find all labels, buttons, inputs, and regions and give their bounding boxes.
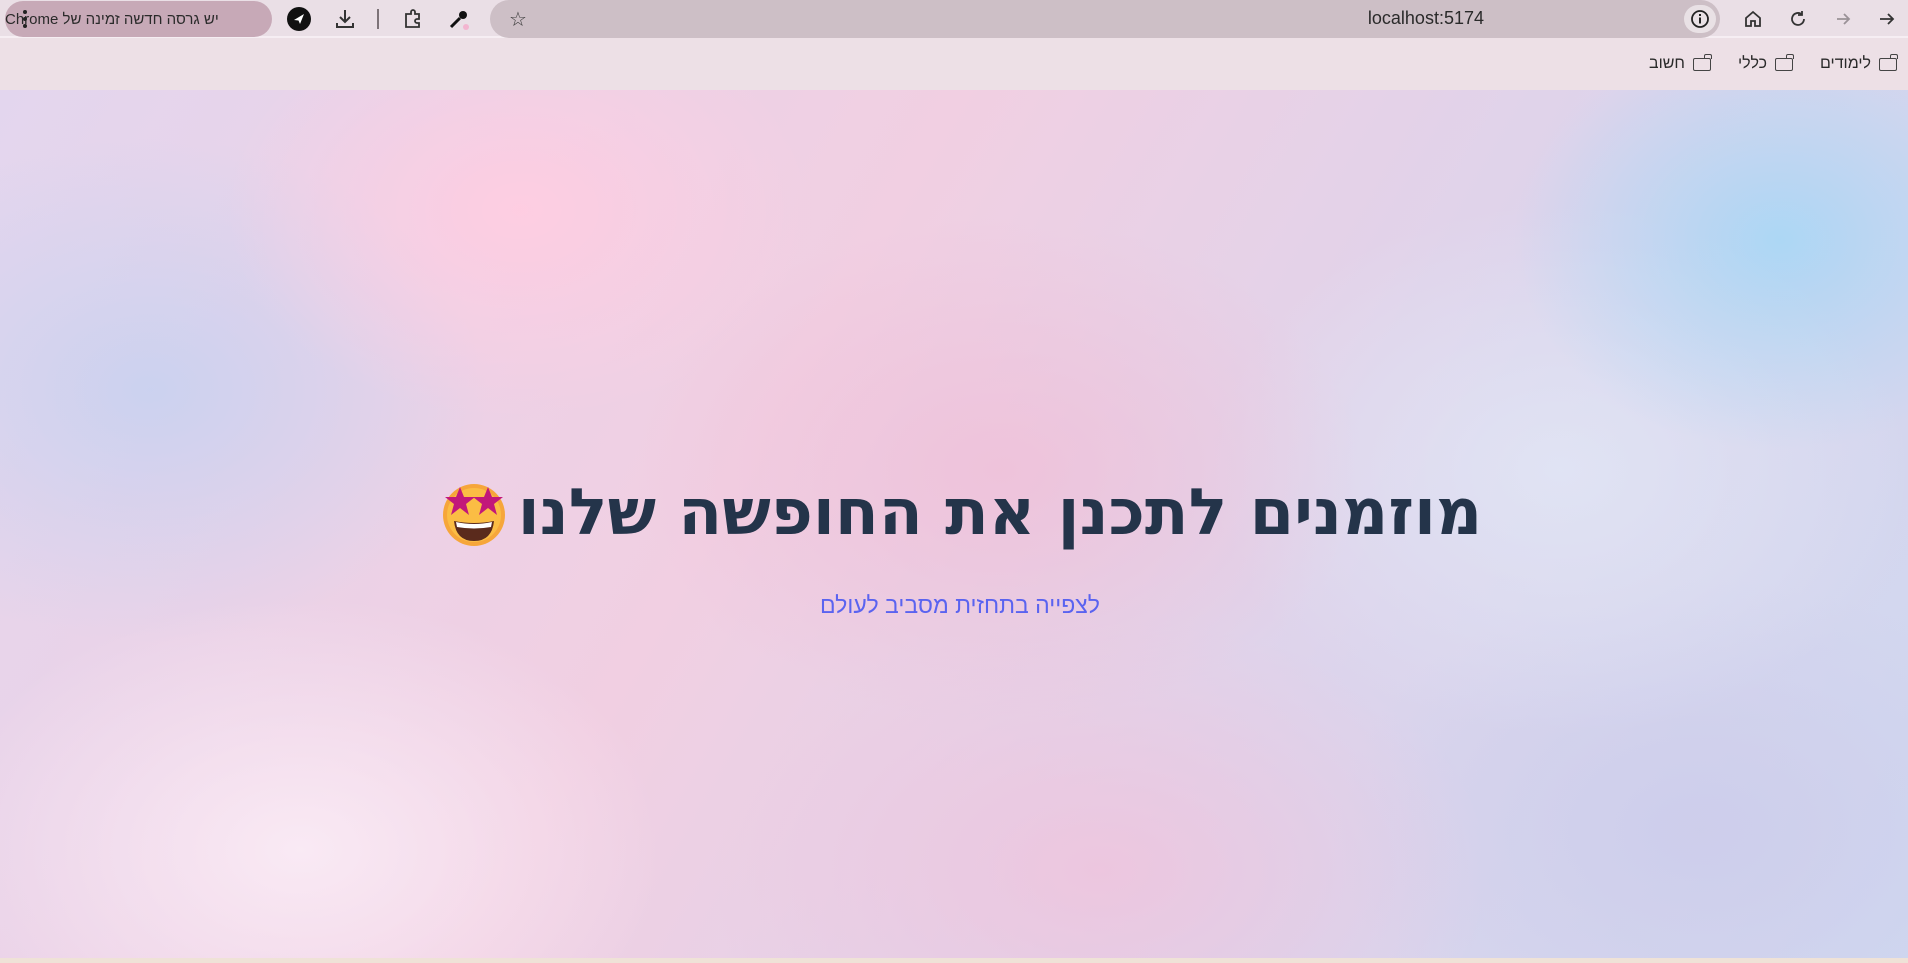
star-struck-emoji-icon — [442, 484, 505, 546]
update-chrome-button[interactable]: יש גרסה חדשה זמינה של Chrome — [5, 1, 272, 37]
back-arrow-icon[interactable] — [1871, 3, 1903, 35]
eyedropper-extension-icon[interactable] — [443, 3, 475, 35]
world-forecast-link[interactable]: לצפייה בתחזית מסביב לעולם — [720, 592, 1200, 619]
folder-icon — [1775, 53, 1794, 71]
url-text[interactable]: localhost:5174 — [1368, 8, 1484, 29]
extensions-puzzle-icon[interactable] — [397, 3, 429, 35]
download-icon[interactable] — [329, 3, 361, 35]
bookmark-folder-general[interactable]: כללי — [1738, 52, 1794, 76]
bookmark-label: לימודים — [1820, 55, 1872, 72]
reload-icon[interactable] — [1782, 3, 1814, 35]
bookmark-label: חשוב — [1649, 55, 1685, 72]
page-viewport: מוזמנים לתכנן את החופשה שלנו לצפייה בתחז… — [0, 90, 1908, 958]
page-headline: מוזמנים לתכנן את החופשה שלנו — [420, 470, 1500, 556]
address-bar[interactable]: ☆ localhost:5174 — [490, 0, 1720, 38]
home-icon[interactable] — [1737, 3, 1769, 35]
bookmark-folder-studies[interactable]: לימודים — [1820, 52, 1898, 76]
folder-icon — [1692, 53, 1712, 71]
bookmark-folder-important[interactable]: חשוב — [1649, 52, 1712, 76]
chrome-menu-icon[interactable] — [17, 7, 33, 31]
bookmarks-bar: לימודים כללי חשוב — [0, 38, 1908, 90]
bookmark-star-icon[interactable]: ☆ — [502, 3, 534, 35]
headline-text: מוזמנים לתכנן את החופשה שלנו — [517, 476, 1483, 550]
bookmark-label: כללי — [1738, 55, 1768, 72]
site-info-icon[interactable] — [1684, 5, 1716, 33]
forward-arrow-icon[interactable] — [1827, 3, 1859, 35]
extension-send-icon[interactable] — [283, 3, 315, 35]
update-chrome-label: יש גרסה חדשה זמינה של Chrome — [5, 10, 219, 28]
bottom-edge — [0, 958, 1908, 963]
folder-icon — [1879, 53, 1898, 71]
toolbar-divider — [377, 9, 379, 29]
